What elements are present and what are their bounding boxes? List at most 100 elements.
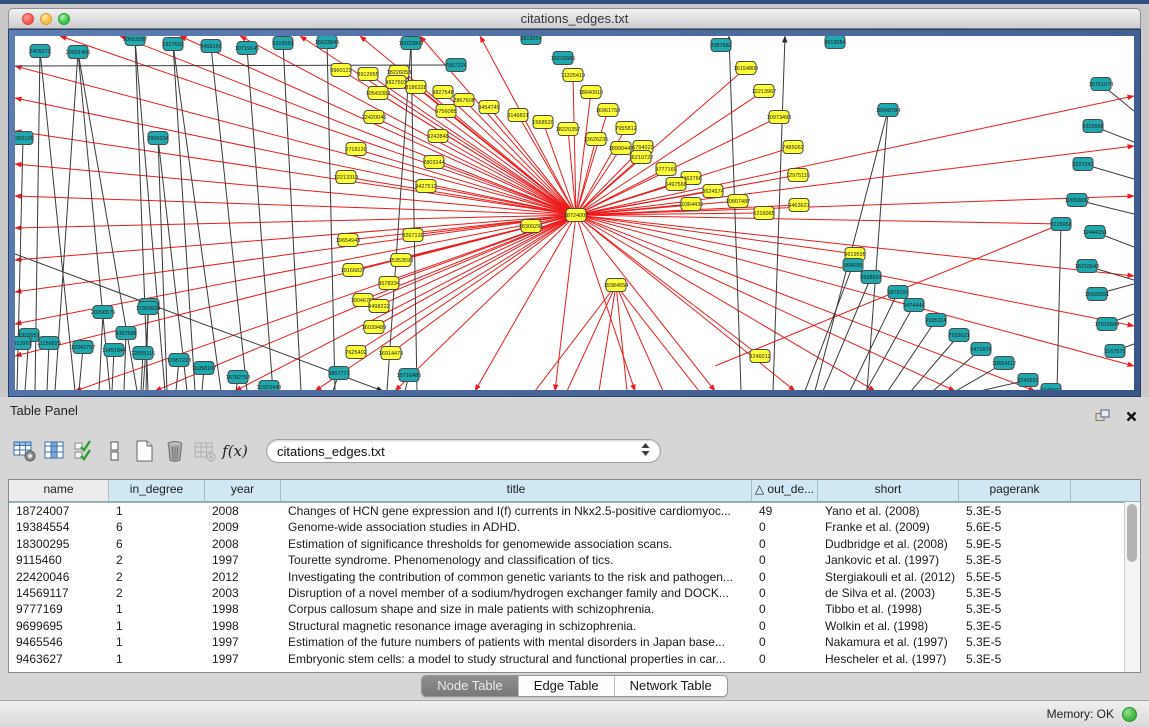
graph-edge[interactable] <box>535 285 616 390</box>
column-header-title[interactable]: title <box>281 480 752 501</box>
graph-node[interactable]: 9474444 <box>903 299 924 312</box>
graph-node[interactable]: 17957223 <box>167 354 191 367</box>
graph-node[interactable]: 16648784 <box>876 104 900 117</box>
graph-node[interactable]: 8186328 <box>405 81 426 94</box>
column-header-in_degree[interactable]: in_degree <box>109 480 205 501</box>
graph-node[interactable]: 10719145 <box>235 42 259 55</box>
minimize-window-button[interactable] <box>40 13 52 25</box>
delete-column-icon[interactable] <box>160 434 190 468</box>
table-cell[interactable]: 0 <box>752 601 818 617</box>
graph-node[interactable]: 9498222 <box>368 300 389 313</box>
table-cell[interactable]: Estimation of the future numbers of pati… <box>281 634 752 650</box>
close-window-button[interactable] <box>22 13 34 25</box>
graph-node[interactable]: 20891406 <box>66 46 90 59</box>
graph-node[interactable]: 1527602 <box>162 38 183 51</box>
graph-node[interactable]: 9827548 <box>432 86 453 99</box>
graph-node[interactable]: 9242848 <box>427 130 448 143</box>
graph-node[interactable]: 11451944 <box>102 344 126 357</box>
graph-node[interactable]: 16039489 <box>362 321 386 334</box>
tab-node-table[interactable]: Node Table <box>422 676 518 696</box>
graph-edge[interactable] <box>616 285 663 390</box>
table-row[interactable]: 1456911722003Disruption of a novel membe… <box>9 585 1140 601</box>
function-builder-icon[interactable]: f(x) <box>220 434 250 468</box>
show-columns-icon[interactable] <box>40 434 70 468</box>
graph-node[interactable]: 7857224 <box>445 59 466 72</box>
graph-node[interactable]: 16210643 <box>1075 260 1099 273</box>
zoom-window-button[interactable] <box>58 13 70 25</box>
graph-node[interactable]: 8613054 <box>824 36 845 49</box>
graph-edge[interactable] <box>1057 224 1061 390</box>
graph-node[interactable]: 2055195 <box>15 132 34 145</box>
table-cell[interactable]: 5.3E-5 <box>959 618 1071 634</box>
graph-edge[interactable] <box>888 320 936 390</box>
table-cell[interactable]: 5.3E-5 <box>959 634 1071 650</box>
graph-node[interactable]: 2905334 <box>147 132 168 145</box>
column-header-year[interactable]: year <box>205 480 281 501</box>
table-row[interactable]: 911546021997Tourette syndrome. Phenomeno… <box>9 552 1140 568</box>
graph-node[interactable]: 8466160 <box>200 40 221 53</box>
graph-edge[interactable] <box>576 215 635 390</box>
graph-node[interactable]: 2935114 <box>925 314 946 327</box>
graph-node[interactable]: 8678334 <box>378 277 399 290</box>
graph-node[interactable]: 6216065 <box>753 207 774 220</box>
graph-node[interactable]: 12505115 <box>131 347 155 360</box>
graph-node[interactable]: 15353593 <box>389 254 413 267</box>
graph-node[interactable]: 12942757 <box>71 341 95 354</box>
table-cell[interactable]: 1 <box>109 601 205 617</box>
table-cell[interactable]: Changes of HCN gene expression and I(f) … <box>281 503 752 519</box>
table-cell[interactable]: 9777169 <box>9 601 109 617</box>
graph-node[interactable]: 17016504 <box>1095 318 1119 331</box>
graph-edge[interactable] <box>124 333 126 390</box>
graph-edge[interactable] <box>599 285 616 390</box>
graph-edge[interactable] <box>120 36 576 215</box>
graph-edge[interactable] <box>135 39 148 390</box>
graph-node[interactable]: 6497568 <box>665 178 686 191</box>
table-cell[interactable]: Stergiakouli et al. (2012) <box>818 569 959 585</box>
graph-edge[interactable] <box>576 96 1134 215</box>
graph-node[interactable]: 12093832 <box>1065 194 1089 207</box>
graph-node[interactable]: 9427512 <box>415 180 436 193</box>
table-cell[interactable]: 2008 <box>205 503 281 519</box>
table-cell[interactable]: 2 <box>109 569 205 585</box>
table-cell[interactable]: Nakamura et al. (1997) <box>818 634 959 650</box>
graph-node[interactable]: 9227343 <box>1072 158 1093 171</box>
table-cell[interactable]: 1 <box>109 618 205 634</box>
table-cell[interactable]: 0 <box>752 618 818 634</box>
import-table-icon[interactable] <box>190 434 220 468</box>
graph-node[interactable]: 6879197 <box>887 286 908 299</box>
table-cell[interactable]: 1997 <box>205 651 281 667</box>
graph-edge[interactable] <box>576 146 1134 215</box>
table-row[interactable]: 946362711997Embryonic stem cells: a mode… <box>9 651 1140 667</box>
graph-node[interactable]: 17359924 <box>136 302 160 315</box>
table-cell[interactable]: 5.3E-5 <box>959 651 1071 667</box>
table-cell[interactable]: 18724007 <box>9 503 109 519</box>
graph-node[interactable]: 9319991 <box>272 37 293 50</box>
table-cell[interactable]: Jankovic et al. (1997) <box>818 552 959 568</box>
graph-node[interactable]: 16961758 <box>596 104 620 117</box>
graph-node[interactable]: 7485063 <box>782 141 803 154</box>
graph-node[interactable]: 8215958 <box>1050 218 1071 231</box>
graph-node[interactable]: 22420046 <box>362 111 386 124</box>
table-cell[interactable]: 6 <box>109 536 205 552</box>
tab-edge-table[interactable]: Edge Table <box>518 676 614 696</box>
graph-node[interactable]: 10807487 <box>726 195 750 208</box>
graph-node[interactable]: 10653287 <box>123 36 147 46</box>
memory-status-indicator[interactable] <box>1122 707 1137 722</box>
graph-node[interactable]: 964095 <box>843 259 863 272</box>
graph-edge[interactable] <box>17 138 23 390</box>
table-cell[interactable]: Genome-wide association studies in ADHD. <box>281 519 752 535</box>
close-panel-icon[interactable] <box>1126 404 1137 432</box>
table-cell[interactable]: 0 <box>752 569 818 585</box>
table-cell[interactable]: 0 <box>752 634 818 650</box>
graph-node[interactable]: 15623845 <box>315 36 339 49</box>
table-row[interactable]: 2242004622012Investigating the contribut… <box>9 569 1140 585</box>
table-cell[interactable]: 2009 <box>205 519 281 535</box>
table-cell[interactable]: 6 <box>109 519 205 535</box>
graph-node[interactable]: 10654112 <box>992 357 1016 370</box>
table-cell[interactable]: 0 <box>752 536 818 552</box>
table-cell[interactable]: 0 <box>752 585 818 601</box>
table-cell[interactable]: 0 <box>752 519 818 535</box>
table-row[interactable]: 1830029562008Estimation of significance … <box>9 536 1140 552</box>
tab-network-table[interactable]: Network Table <box>614 676 727 696</box>
table-cell[interactable]: 1 <box>109 503 205 519</box>
